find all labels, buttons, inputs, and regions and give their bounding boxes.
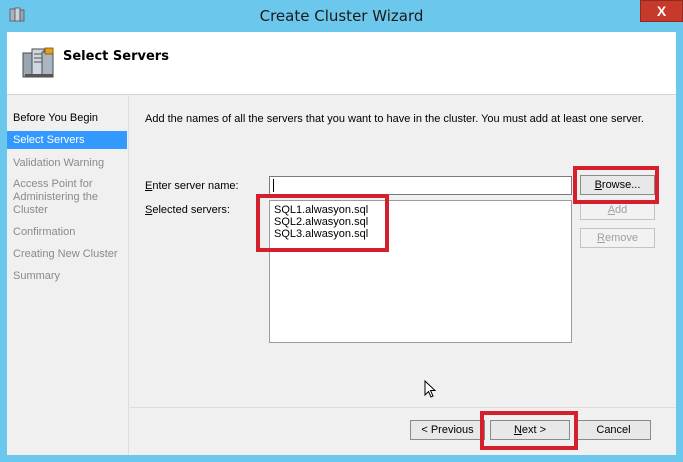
step-confirmation: Confirmation bbox=[13, 226, 76, 238]
close-button[interactable]: X bbox=[640, 0, 683, 22]
main-content: Add the names of all the servers that yo… bbox=[130, 96, 676, 407]
page-header: Select Servers bbox=[7, 32, 676, 95]
page-title: Select Servers bbox=[63, 49, 169, 64]
selected-servers-label: Selected servers: bbox=[145, 204, 230, 216]
server-name-input[interactable] bbox=[269, 176, 572, 195]
next-highlight-box bbox=[480, 411, 578, 450]
wizard-steps: Before You Begin Select Servers Validati… bbox=[7, 96, 129, 455]
mouse-pointer-icon bbox=[424, 380, 436, 398]
step-select-servers[interactable]: Select Servers bbox=[7, 131, 127, 149]
add-accesskey: A bbox=[607, 204, 616, 216]
server-name-label: Enter server name: bbox=[145, 180, 239, 192]
step-access-point: Access Point for Administering the Clust… bbox=[13, 178, 98, 216]
previous-button[interactable]: < Previous bbox=[410, 420, 485, 440]
step-before-you-begin[interactable]: Before You Begin bbox=[7, 112, 127, 125]
previous-prefix: < P bbox=[421, 424, 439, 436]
step-creating-new-cluster: Creating New Cluster bbox=[13, 248, 118, 260]
server-name-label-text: nter server name: bbox=[152, 180, 239, 192]
previous-label: revious bbox=[438, 424, 474, 436]
servers-icon bbox=[22, 47, 54, 78]
text-caret bbox=[273, 179, 274, 192]
remove-accesskey: R bbox=[597, 232, 605, 244]
cancel-button[interactable]: Cancel bbox=[576, 420, 651, 440]
browse-highlight-box bbox=[573, 166, 659, 204]
title-bar[interactable]: Create Cluster Wizard X bbox=[0, 0, 683, 32]
servers-highlight-box bbox=[256, 194, 389, 252]
remove-label: emove bbox=[604, 232, 638, 244]
wizard-window: Create Cluster Wizard X Select Servers B… bbox=[0, 0, 683, 462]
instructions-text: Add the names of all the servers that yo… bbox=[145, 113, 644, 125]
add-label: dd bbox=[615, 204, 628, 216]
selected-servers-label-text: elected servers: bbox=[152, 204, 230, 216]
step-validation-warning: Validation Warning bbox=[13, 157, 105, 169]
wizard-footer: < Previous Next > Cancel bbox=[130, 407, 676, 455]
step-summary: Summary bbox=[13, 270, 61, 282]
remove-button[interactable]: Remove bbox=[580, 228, 655, 248]
window-title: Create Cluster Wizard bbox=[259, 7, 424, 25]
